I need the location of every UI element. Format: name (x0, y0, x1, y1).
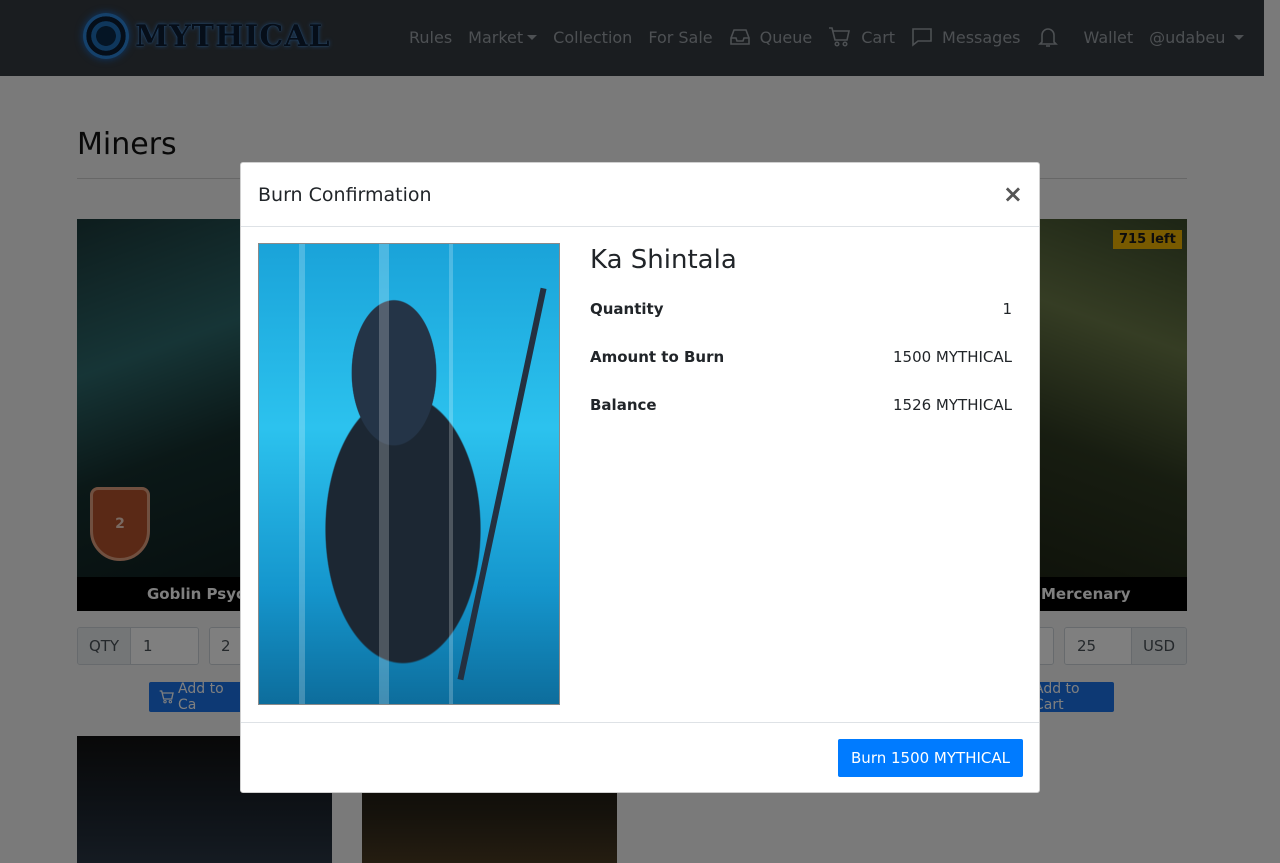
light-streak (299, 244, 305, 704)
detail-key: Amount to Burn (590, 348, 725, 366)
character-name: Ka Shintala (590, 245, 737, 275)
detail-key: Quantity (590, 300, 664, 318)
detail-value: 1500 MYTHICAL (892, 348, 1012, 366)
close-icon[interactable]: × (1003, 179, 1023, 209)
modal-footer: Burn 1500 MYTHICAL (241, 722, 1039, 794)
detail-row-balance: Balance 1526 MYTHICAL (590, 396, 1012, 414)
modal-title: Burn Confirmation (258, 184, 432, 206)
detail-row-amount: Amount to Burn 1500 MYTHICAL (590, 348, 1012, 366)
character-portrait (258, 243, 560, 705)
burn-button[interactable]: Burn 1500 MYTHICAL (838, 739, 1023, 777)
detail-value: 1 (1002, 300, 1012, 318)
detail-key: Balance (590, 396, 657, 414)
light-streak (449, 244, 453, 704)
burn-confirmation-modal: Burn Confirmation × Ka Shintala Quantity… (240, 162, 1040, 793)
modal-header: Burn Confirmation × (241, 163, 1039, 227)
light-streak (379, 244, 389, 704)
detail-row-quantity: Quantity 1 (590, 300, 1012, 318)
staff-shape (457, 287, 547, 681)
detail-value: 1526 MYTHICAL (892, 396, 1012, 414)
